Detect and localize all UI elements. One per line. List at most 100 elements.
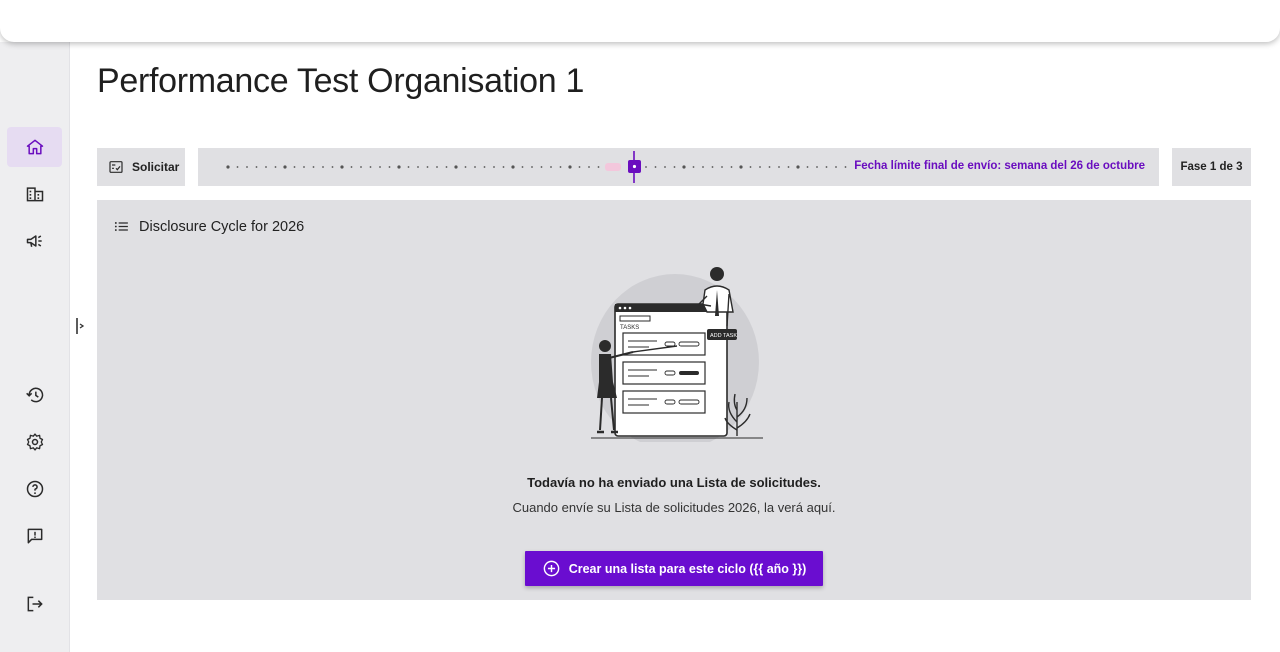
timeline-dot bbox=[360, 166, 362, 168]
svg-text:TASKS: TASKS bbox=[620, 325, 639, 331]
timeline-dot bbox=[559, 166, 562, 168]
add-circle-icon bbox=[543, 560, 560, 577]
empty-state-subtitle: Cuando envíe su Lista de solicitudes 202… bbox=[512, 500, 836, 515]
timeline-dot bbox=[331, 166, 334, 168]
timeline-dot bbox=[445, 166, 448, 168]
timeline-dot bbox=[226, 165, 230, 169]
timeline-dot bbox=[379, 166, 381, 168]
sidebar-item-feedback[interactable] bbox=[7, 516, 62, 556]
timeline-dot bbox=[702, 166, 704, 168]
timeline-dot bbox=[502, 166, 505, 168]
timeline-dot bbox=[796, 165, 800, 169]
timeline-dot bbox=[739, 165, 743, 169]
feedback-icon bbox=[27, 528, 42, 544]
timeline-dot bbox=[454, 165, 458, 169]
timeline-dot bbox=[312, 166, 315, 168]
timeline-dot bbox=[407, 166, 410, 168]
create-list-button[interactable]: Crear una lista para este ciclo ({{ año … bbox=[525, 551, 823, 586]
timeline-dot bbox=[493, 166, 495, 168]
help-circle-icon bbox=[26, 480, 43, 498]
timeline-dot bbox=[682, 165, 686, 169]
megaphone-icon bbox=[26, 235, 42, 247]
timeline-dot bbox=[787, 166, 790, 168]
timeline-dot bbox=[835, 166, 837, 168]
logout-icon bbox=[27, 596, 43, 612]
building-icon bbox=[26, 187, 43, 202]
timeline-dot bbox=[597, 166, 600, 168]
cycle-panel: Disclosure Cycle for 2026 TASKS ADD TASK bbox=[97, 200, 1251, 600]
history-icon bbox=[25, 387, 43, 403]
sidebar bbox=[0, 42, 70, 652]
page-title: Performance Test Organisation 1 bbox=[97, 62, 585, 100]
create-list-button-label: Crear una lista para este ciclo ({{ año … bbox=[568, 561, 807, 576]
timeline-dot bbox=[692, 166, 695, 168]
home-icon bbox=[26, 139, 43, 155]
sidebar-item-announcements[interactable] bbox=[7, 221, 62, 261]
timeline-dot bbox=[568, 165, 572, 169]
timeline-dot bbox=[749, 166, 752, 168]
timeline-dot bbox=[511, 165, 515, 169]
timeline-dot bbox=[654, 166, 657, 168]
timeline-dot bbox=[588, 166, 590, 168]
timeline-dot bbox=[711, 166, 714, 168]
sidebar-item-organisations[interactable] bbox=[7, 174, 62, 214]
timeline-dot bbox=[521, 166, 524, 168]
sidebar-collapse-handle[interactable] bbox=[75, 316, 85, 336]
list-icon bbox=[114, 222, 128, 231]
cycle-timeline: Fecha límite final de envío: semana del … bbox=[198, 148, 1159, 186]
timeline-dot bbox=[340, 165, 344, 169]
timeline-dot bbox=[397, 165, 401, 169]
request-step-chip[interactable]: Solicitar bbox=[97, 148, 185, 186]
sidebar-item-history[interactable] bbox=[7, 375, 62, 415]
deadline-text: Fecha límite final de envío: semana del … bbox=[854, 160, 1145, 172]
cycle-header: Disclosure Cycle for 2026 bbox=[113, 218, 304, 235]
sidebar-item-help[interactable] bbox=[7, 469, 62, 509]
request-step-label: Solicitar bbox=[132, 160, 180, 174]
sidebar-item-settings[interactable] bbox=[7, 422, 62, 462]
timeline-dot bbox=[388, 166, 391, 168]
timeline-dot bbox=[464, 166, 467, 168]
timeline-dot bbox=[369, 166, 372, 168]
svg-text:ADD TASK: ADD TASK bbox=[710, 333, 737, 339]
timeline-dot bbox=[844, 166, 847, 168]
timeline-dot bbox=[283, 165, 287, 169]
timeline-dot bbox=[255, 166, 258, 168]
timeline-dot bbox=[673, 166, 676, 168]
empty-state-title: Todavía no ha enviado una Lista de solic… bbox=[527, 475, 821, 490]
top-bar bbox=[0, 0, 1280, 42]
settings-gear-icon bbox=[26, 433, 43, 451]
timeline-dot bbox=[540, 166, 543, 168]
timeline-dot bbox=[825, 166, 828, 168]
timeline-dot bbox=[806, 166, 809, 168]
timeline-dot bbox=[721, 166, 723, 168]
timeline-dot bbox=[474, 166, 476, 168]
checklist-icon bbox=[109, 161, 123, 173]
timeline-dot bbox=[816, 166, 818, 168]
timeline-dot bbox=[265, 166, 267, 168]
timeline-dot bbox=[236, 166, 239, 168]
timeline-dot bbox=[483, 166, 486, 168]
cycle-title: Disclosure Cycle for 2026 bbox=[139, 218, 305, 235]
timeline-dot bbox=[531, 166, 533, 168]
sidebar-item-home[interactable] bbox=[7, 127, 62, 167]
timeline-current-highlight bbox=[605, 163, 621, 171]
timeline-dot bbox=[645, 166, 647, 168]
timeline-dot bbox=[730, 166, 733, 168]
sidebar-item-logout[interactable] bbox=[7, 584, 62, 624]
timeline-dot bbox=[664, 166, 666, 168]
timeline-dot bbox=[768, 166, 771, 168]
timeline-dot bbox=[426, 166, 429, 168]
timeline-dot bbox=[778, 166, 780, 168]
timeline-dot bbox=[759, 166, 761, 168]
timeline-dot bbox=[417, 166, 419, 168]
timeline-dot bbox=[246, 166, 248, 168]
timeline-dot bbox=[350, 166, 353, 168]
timeline-dot bbox=[436, 166, 438, 168]
timeline-dot bbox=[303, 166, 305, 168]
empty-state-illustration: TASKS ADD TASK bbox=[591, 267, 763, 442]
timeline-dot bbox=[578, 166, 581, 168]
timeline-dot bbox=[550, 166, 552, 168]
timeline-dot bbox=[274, 166, 277, 168]
timeline-dot bbox=[322, 166, 324, 168]
phase-indicator: Fase 1 de 3 bbox=[1172, 148, 1251, 186]
